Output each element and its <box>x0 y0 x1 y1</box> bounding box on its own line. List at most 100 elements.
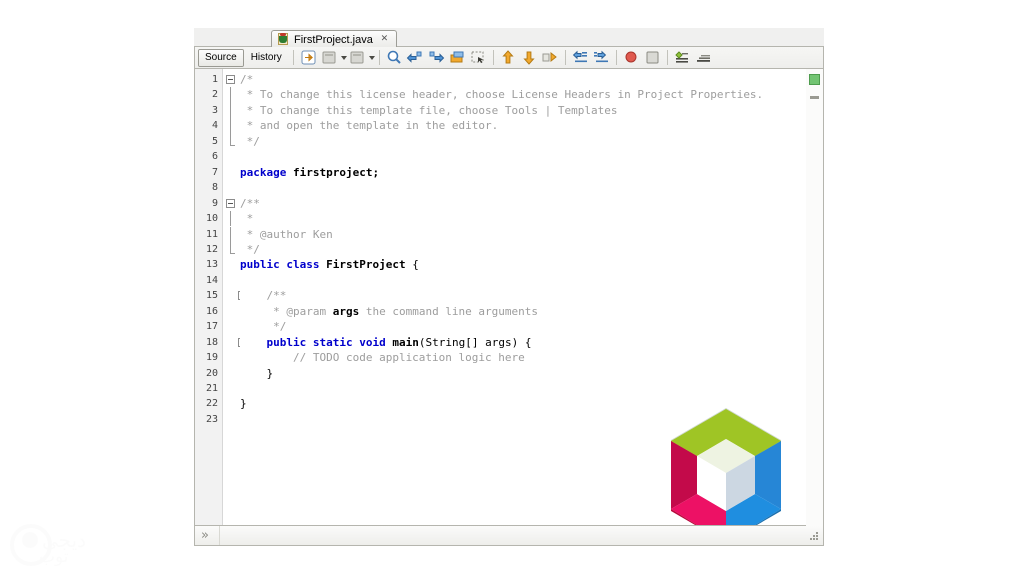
line-number: 16 <box>194 304 218 319</box>
find-selection-icon[interactable] <box>385 49 404 66</box>
code-token: } <box>240 397 247 410</box>
fold-guide-line <box>230 118 231 133</box>
chevron-down-icon[interactable] <box>340 49 347 66</box>
line-number: 14 <box>194 273 218 288</box>
code-line: * To change this template file, choose T… <box>240 103 801 118</box>
close-icon[interactable]: ✕ <box>379 34 390 45</box>
status-text-area <box>219 526 803 545</box>
code-line: /** <box>240 196 801 211</box>
code-token: * To change this template file, choose T… <box>240 104 618 117</box>
shift-left-icon[interactable] <box>571 49 590 66</box>
code-token: { <box>406 258 419 271</box>
code-line: } <box>240 366 801 381</box>
code-line: /* <box>240 72 801 87</box>
watermark-dot <box>22 532 38 548</box>
tab-firstproject-java[interactable]: FirstProject.java ✕ <box>271 30 397 48</box>
line-number: 1 <box>194 72 218 87</box>
editor-window: FirstProject.java ✕ Source History <box>194 28 824 546</box>
next-error-icon[interactable] <box>520 49 539 66</box>
rectangular-selection-icon[interactable] <box>469 49 488 66</box>
code-token: /* <box>240 73 253 86</box>
toolbar-separator-6 <box>667 50 668 65</box>
code-token: */ <box>240 243 260 256</box>
history-button[interactable]: History <box>244 52 289 63</box>
code-token: * @param <box>240 305 333 318</box>
expand-chevron-icon[interactable]: » <box>201 529 215 542</box>
toggle-rectangular-icon[interactable] <box>694 49 713 66</box>
toggle-bookmark-icon[interactable] <box>448 49 467 66</box>
code-token: args <box>333 305 360 318</box>
source-history-toggle: Source <box>198 49 244 67</box>
fold-guide-line <box>230 211 231 226</box>
previous-error-icon[interactable] <box>499 49 518 66</box>
fold-guide-line <box>230 103 231 118</box>
editor-tab-strip: FirstProject.java ✕ <box>194 28 824 47</box>
code-token: */ <box>240 320 286 333</box>
toggle-error-icon[interactable] <box>541 49 560 66</box>
toolbar-separator-4 <box>565 50 566 65</box>
code-token: the command line arguments <box>359 305 538 318</box>
toolbar-separator-3 <box>493 50 494 65</box>
fold-toggle-icon[interactable] <box>226 199 235 208</box>
error-annotation-strip[interactable] <box>806 69 823 526</box>
code-token: main <box>392 336 419 349</box>
code-line: * @author Ken <box>240 227 801 242</box>
line-number: 5 <box>194 134 218 149</box>
fold-guide-end <box>230 145 235 146</box>
inspect-members-icon[interactable] <box>673 49 692 66</box>
chevron-down-icon-2[interactable] <box>368 49 375 66</box>
code-line: package firstproject; <box>240 165 801 180</box>
code-line: */ <box>240 134 801 149</box>
fold-guide-line <box>230 227 231 242</box>
code-token <box>240 336 267 349</box>
fold-toggle-icon[interactable] <box>226 75 235 84</box>
code-token: } <box>240 367 273 380</box>
code-token: public <box>240 258 280 271</box>
code-token: void <box>359 336 386 349</box>
line-number: 7 <box>194 165 218 180</box>
editor-toolbar: Source History <box>194 47 824 69</box>
code-line <box>240 273 801 288</box>
source-button[interactable]: Source <box>199 50 243 66</box>
code-token: public <box>267 336 307 349</box>
code-line <box>240 180 801 195</box>
line-number: 17 <box>194 319 218 334</box>
code-line: public class FirstProject { <box>240 257 801 272</box>
code-token: /** <box>240 289 286 302</box>
code-fold-column[interactable] <box>224 69 240 525</box>
code-token: * To change this license header, choose … <box>240 88 763 101</box>
resize-grip-icon[interactable] <box>810 532 818 540</box>
profile-icon[interactable] <box>320 49 339 66</box>
code-token: class <box>286 258 319 271</box>
code-token: static <box>313 336 353 349</box>
line-number: 6 <box>194 149 218 164</box>
java-file-icon <box>277 33 290 46</box>
line-number: 3 <box>194 103 218 118</box>
code-token <box>286 166 293 179</box>
line-number: 22 <box>194 396 218 411</box>
code-token: package <box>240 166 286 179</box>
line-number: 13 <box>194 257 218 272</box>
code-editor[interactable]: 1234567891011121314151617181920212223 /*… <box>194 69 824 526</box>
shift-right-icon[interactable] <box>592 49 611 66</box>
toggle-breakpoint-icon[interactable] <box>622 49 641 66</box>
next-bookmark-icon[interactable] <box>427 49 446 66</box>
code-token <box>306 336 313 349</box>
fold-guide-line <box>230 242 231 253</box>
line-number: 20 <box>194 366 218 381</box>
code-token: // TODO code application logic here <box>240 351 525 364</box>
previous-bookmark-icon[interactable] <box>406 49 425 66</box>
code-token: FirstProject <box>326 258 405 271</box>
code-token: * <box>240 212 253 225</box>
watermark-text-2: توب <box>39 547 69 567</box>
code-line <box>240 149 801 164</box>
debug-icon[interactable] <box>348 49 367 66</box>
code-line: public static void main(String[] args) { <box>240 335 801 350</box>
refactor-icon[interactable] <box>299 49 318 66</box>
line-number: 4 <box>194 118 218 133</box>
stop-icon[interactable] <box>643 49 662 66</box>
line-number: 23 <box>194 412 218 427</box>
line-number: 19 <box>194 350 218 365</box>
netbeans-logo <box>667 406 785 526</box>
fold-guide-end <box>230 253 235 254</box>
